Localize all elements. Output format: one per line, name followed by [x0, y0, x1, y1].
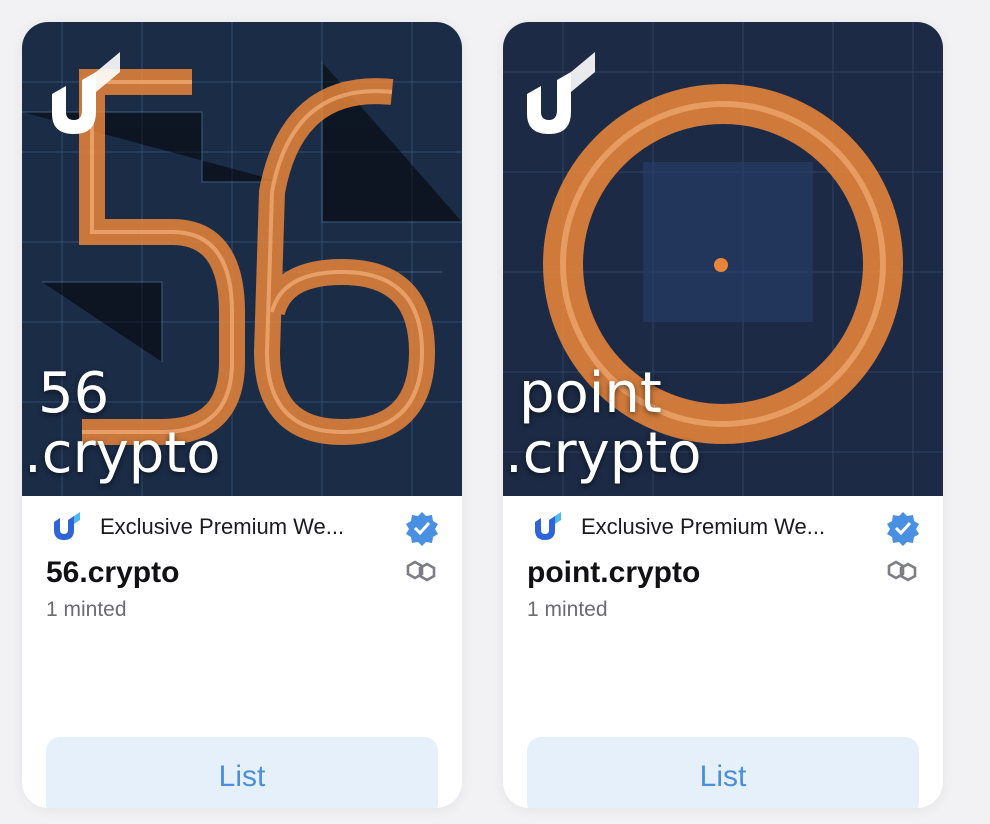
nft-image[interactable]: 56 .crypto	[22, 22, 462, 496]
art-tld-text: .crypto	[24, 421, 221, 486]
list-button[interactable]: List	[46, 737, 438, 808]
nft-image[interactable]: point .crypto	[503, 22, 943, 496]
domain-title: point.crypto	[527, 556, 701, 589]
art-tld-text: .crypto	[505, 421, 702, 486]
list-button[interactable]: List	[527, 737, 919, 808]
nft-card[interactable]: 56 .crypto Exclusive Premium We... 56.cr…	[22, 22, 462, 808]
collection-name: Exclusive Premium We...	[581, 514, 826, 539]
art-name-text: point	[519, 361, 662, 426]
card-info: Exclusive Premium We... 56.crypto 1 mint…	[22, 496, 462, 808]
chain-link-icon	[406, 560, 436, 582]
collection-logo-icon	[54, 512, 80, 540]
collection-row[interactable]: Exclusive Premium We...	[48, 510, 418, 544]
minted-count: 1 minted	[46, 598, 127, 621]
domain-title: 56.crypto	[46, 556, 180, 589]
collection-logo-icon	[535, 512, 561, 540]
minted-count: 1 minted	[527, 598, 608, 621]
verified-badge-icon	[406, 512, 438, 546]
collection-name: Exclusive Premium We...	[100, 514, 345, 539]
art-name-text: 56	[38, 361, 110, 426]
verified-badge-icon	[887, 512, 919, 546]
chain-link-icon	[887, 560, 917, 582]
collection-row[interactable]: Exclusive Premium We...	[529, 510, 899, 544]
card-info: Exclusive Premium We... point.crypto 1 m…	[503, 496, 943, 808]
nft-card[interactable]: point .crypto Exclusive Premium We... po…	[503, 22, 943, 808]
